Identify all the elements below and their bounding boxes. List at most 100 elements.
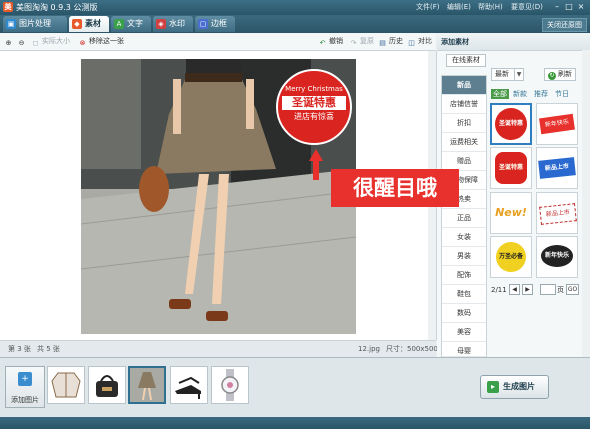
heels-icon [175, 376, 201, 399]
menu-edit[interactable]: 编辑(E) [447, 2, 471, 13]
text-icon: A [114, 19, 124, 29]
filmstrip-thumb[interactable] [211, 366, 249, 404]
tab-text[interactable]: A 文字 [111, 16, 151, 32]
badge-line3: 进店有惊喜 [294, 112, 334, 121]
file-name: 12.jpg [358, 345, 380, 353]
actual-size-icon: ◻ [32, 39, 39, 47]
edited-photo[interactable]: Merry Christmas 圣诞特惠 进店有惊喜 [81, 59, 356, 334]
refresh-icon: ↻ [548, 72, 556, 80]
undo-button[interactable]: ↶ 撤销 [318, 36, 343, 48]
category-list: 新品 店铺信誉 折扣 运费相关 赠品 购物保障 热卖 正品 女装 男装 配饰 鞋… [441, 75, 487, 357]
sticker-thumb[interactable]: 新年快乐 [536, 103, 578, 145]
image-process-icon: ▣ [6, 19, 16, 29]
actual-size-button[interactable]: ◻ 实际大小 [31, 36, 70, 48]
category-item[interactable]: 正品 [442, 209, 486, 228]
tab-image-process[interactable]: ▣ 图片处理 [3, 16, 67, 32]
filmstrip-thumb[interactable] [170, 366, 208, 404]
close-icon[interactable]: × [576, 2, 586, 12]
next-page-button[interactable]: ▶ [522, 284, 533, 295]
page-input[interactable] [540, 284, 556, 295]
material-icon: ◆ [72, 19, 82, 29]
chevron-down-icon: ▼ [514, 69, 523, 80]
menu-feedback[interactable]: 要意见(D) [511, 2, 543, 13]
tab-frame[interactable]: ▢ 边框 [195, 16, 235, 32]
title-bar: 美 美图淘淘 0.9.3 公测版 文件(F) 编辑(E) 帮助(H) 要意见(D… [0, 0, 590, 15]
current-index: 第 3 张 [8, 345, 31, 353]
generate-image-button[interactable]: ▸ 生成图片 [480, 375, 549, 399]
category-item[interactable]: 配饰 [442, 266, 486, 285]
filmstrip: + 添加图片 ▸ 生成图片 [0, 357, 590, 418]
image-canvas[interactable]: Merry Christmas 圣诞特惠 进店有惊喜 很醒目哦 [0, 51, 459, 340]
arrow-tail-icon [313, 160, 319, 180]
category-item[interactable]: 女装 [442, 228, 486, 247]
filmstrip-thumb[interactable] [88, 366, 126, 404]
zoom-in-button[interactable]: ⊕ [4, 36, 15, 48]
remove-one-button[interactable]: ⊗ 移除这一张 [78, 36, 124, 48]
remove-icon: ⊗ [79, 39, 86, 47]
sticker-thumb[interactable]: 圣诞特惠 [490, 103, 532, 145]
category-item[interactable]: 母婴 [442, 342, 486, 357]
overlay-text-box[interactable]: 很醒目哦 [331, 169, 459, 207]
filter-recommend[interactable]: 推荐 [534, 89, 548, 99]
minimize-icon[interactable]: – [552, 2, 562, 12]
sticker-thumb[interactable]: 新年快乐 [536, 236, 578, 278]
add-image-icon: + [18, 372, 32, 386]
sticker-thumb[interactable]: 新品上市 [536, 192, 578, 234]
badge-line2: 圣诞特惠 [282, 96, 346, 110]
reset-button[interactable]: ↷ 复原 [349, 36, 374, 48]
sticker-thumb[interactable]: New! [490, 192, 532, 234]
tab-online-material[interactable]: 在线素材 [446, 54, 486, 67]
reset-icon: ↷ [350, 39, 357, 47]
filter-holiday[interactable]: 节日 [555, 89, 569, 99]
badge-line1: Merry Christmas [285, 85, 343, 93]
panel-scrollbar[interactable] [582, 50, 590, 357]
history-icon: ▤ [379, 39, 386, 47]
app-logo-icon: 美 [3, 2, 13, 12]
category-item[interactable]: 数码 [442, 304, 486, 323]
category-item[interactable]: 折扣 [442, 114, 486, 133]
sticker-thumb[interactable]: 圣诞特惠 [490, 147, 532, 189]
undo-icon: ↶ [319, 39, 326, 47]
add-image-button[interactable]: + 添加图片 [5, 366, 45, 408]
refresh-button[interactable]: ↻ 刷新 [544, 68, 576, 81]
menu-help[interactable]: 帮助(H) [478, 2, 503, 13]
go-button[interactable]: GO [566, 284, 579, 295]
window-title: 美图淘淘 0.9.3 公测版 [16, 3, 98, 12]
filmstrip-thumb[interactable] [47, 366, 85, 404]
filter-all[interactable]: 全部 [491, 89, 509, 99]
tab-material[interactable]: ◆ 素材 [69, 16, 109, 32]
menu-file[interactable]: 文件(F) [416, 2, 440, 13]
category-item[interactable]: 鞋包 [442, 285, 486, 304]
sticker-thumb[interactable]: 万圣必备 [490, 236, 532, 278]
maximize-icon[interactable]: □ [564, 2, 574, 12]
zoom-in-icon: ⊕ [5, 39, 12, 47]
close-restore-button[interactable]: 关闭还原图 [542, 18, 587, 32]
tab-watermark[interactable]: ◈ 水印 [153, 16, 193, 32]
panel-title: 添加素材 [441, 38, 469, 46]
tab-bar: ▣ 图片处理 ◆ 素材 A 文字 ◈ 水印 ▢ 边框 关闭还原图 [0, 15, 590, 33]
generate-icon: ▸ [487, 381, 499, 393]
compare-button[interactable]: ◫ 对比 [407, 36, 432, 48]
category-item[interactable]: 新品 [442, 76, 486, 95]
material-panel: 添加素材 在线素材 新品 店铺信誉 折扣 运费相关 赠品 购物保障 热卖 正品 … [437, 33, 590, 357]
total-count: 共 5 张 [37, 345, 60, 353]
zoom-out-button[interactable]: ⊖ [17, 36, 28, 48]
page-indicator: 2/11 [491, 286, 507, 294]
category-item[interactable]: 男装 [442, 247, 486, 266]
category-item[interactable]: 店铺信誉 [442, 95, 486, 114]
sticker-thumb[interactable]: 新品上市 [536, 147, 578, 189]
christmas-badge[interactable]: Merry Christmas 圣诞特惠 进店有惊喜 [276, 69, 352, 145]
prev-page-button[interactable]: ◀ [509, 284, 520, 295]
panel-header: 添加素材 [437, 33, 590, 51]
frame-icon: ▢ [198, 19, 208, 29]
history-button[interactable]: ▤ 历史 [378, 36, 403, 48]
filter-new[interactable]: 新款 [513, 89, 527, 99]
watermark-icon: ◈ [156, 19, 166, 29]
filmstrip-thumb-selected[interactable] [128, 366, 166, 404]
category-item[interactable]: 美容 [442, 323, 486, 342]
category-item[interactable]: 运费相关 [442, 133, 486, 152]
sort-select[interactable]: 最新 ▼ [491, 68, 524, 81]
handbag-icon [96, 375, 118, 397]
blouse-icon [51, 372, 81, 398]
compare-icon: ◫ [408, 39, 415, 47]
